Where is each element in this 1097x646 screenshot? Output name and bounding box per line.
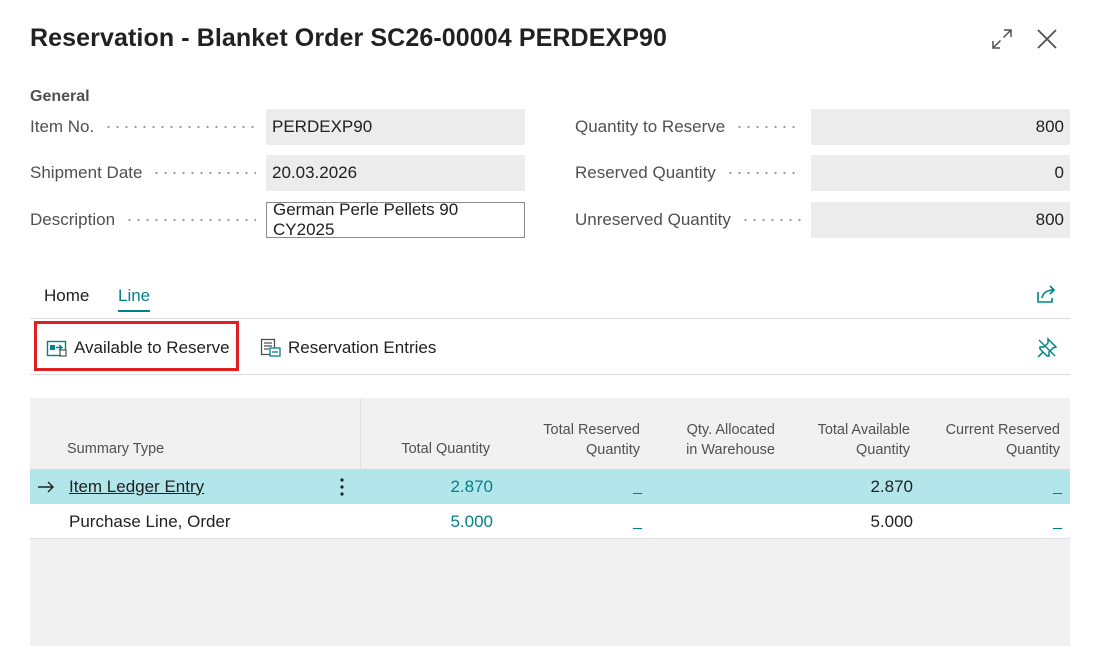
reservation-entries-icon (260, 338, 281, 357)
available-to-reserve-label: Available to Reserve (74, 338, 230, 357)
header-total-reserved-quantity[interactable]: Total Reserved Quantity (543, 420, 640, 460)
label-dots (740, 218, 801, 222)
table-row[interactable]: Purchase Line, Order 5.000 _ 5.000 _ (30, 504, 1070, 539)
header-text-line: Total Reserved (543, 422, 640, 438)
unreserved-qty-label: Unreserved Quantity (575, 210, 731, 229)
page-title: Reservation - Blanket Order SC26-00004 P… (30, 24, 668, 52)
shipment-date-field: Shipment Date 20.03.2026 (30, 155, 525, 191)
column-divider (360, 398, 361, 470)
header-text-line: Quantity (586, 442, 640, 458)
divider (30, 374, 1070, 375)
header-text-line: Current Reserved (945, 422, 1060, 438)
close-button[interactable] (1032, 24, 1062, 54)
pin-button[interactable] (1036, 337, 1058, 364)
tab-home[interactable]: Home (44, 286, 89, 306)
row-menu-icon[interactable] (334, 469, 350, 504)
total-available-quantity-cell: 5.000 (870, 511, 913, 531)
summary-type-cell: Purchase Line, Order (69, 511, 231, 531)
row-selected-arrow-icon (37, 469, 57, 504)
label-dots (735, 125, 801, 129)
share-button[interactable] (1035, 283, 1057, 310)
header-total-quantity[interactable]: Total Quantity (401, 439, 490, 459)
expand-button[interactable] (987, 24, 1017, 54)
total-reserved-quantity-cell[interactable]: _ (633, 504, 642, 539)
total-quantity-cell[interactable]: 2.870 (450, 469, 493, 504)
pin-icon (1037, 337, 1058, 358)
qty-to-reserve-value[interactable]: 800 (811, 109, 1070, 145)
available-to-reserve-button[interactable]: Available to Reserve (46, 334, 230, 362)
current-reserved-quantity-cell[interactable]: _ (1053, 504, 1062, 539)
current-reserved-quantity-cell[interactable]: _ (1053, 469, 1062, 504)
qty-to-reserve-field: Quantity to Reserve 800 (575, 109, 1070, 145)
header-text-line: Quantity (1006, 442, 1060, 458)
description-input[interactable]: German Perle Pellets 90 CY2025 (266, 200, 525, 239)
total-available-quantity-cell: 2.870 (870, 476, 913, 496)
reserved-qty-label: Reserved Quantity (575, 163, 716, 182)
summary-type-link[interactable]: Item Ledger Entry (69, 469, 204, 504)
description-label: Description (30, 210, 116, 229)
header-total-available-quantity[interactable]: Total Available Quantity (818, 420, 910, 460)
reserved-qty-value[interactable]: 0 (811, 155, 1070, 191)
header-summary-type[interactable]: Summary Type (67, 439, 164, 459)
unreserved-qty-field: Unreserved Quantity 800 (575, 202, 1070, 238)
reservation-entries-label: Reservation Entries (288, 338, 437, 357)
reserved-qty-field: Reserved Quantity 0 (575, 155, 1070, 191)
divider (30, 318, 1070, 319)
header-text-line: Total Available (817, 422, 910, 438)
total-reserved-quantity-cell[interactable]: _ (633, 469, 642, 504)
label-dots (725, 171, 801, 175)
shipment-date-label: Shipment Date (30, 163, 143, 182)
label-dots (152, 171, 256, 175)
description-field: Description German Perle Pellets 90 CY20… (30, 200, 525, 239)
item-no-field: Item No. PERDEXP90 (30, 109, 525, 145)
close-icon (1037, 29, 1057, 49)
available-to-reserve-icon (46, 340, 67, 357)
reservation-entries-button[interactable]: Reservation Entries (260, 334, 436, 362)
section-general-heading: General (30, 88, 90, 105)
share-icon (1037, 285, 1056, 303)
reservation-dialog: Reservation - Blanket Order SC26-00004 P… (0, 0, 1097, 646)
expand-icon (992, 29, 1012, 49)
item-no-label: Item No. (30, 117, 95, 136)
label-dots (104, 125, 256, 129)
header-current-reserved-quantity[interactable]: Current Reserved Quantity (946, 420, 1060, 460)
reservation-summary-table: Summary Type Total Quantity Total Reserv… (30, 398, 1070, 646)
header-text-line: Quantity (856, 442, 910, 458)
unreserved-qty-value[interactable]: 800 (811, 202, 1070, 238)
label-dots (125, 218, 256, 222)
shipment-date-value[interactable]: 20.03.2026 (266, 155, 525, 191)
qty-to-reserve-label: Quantity to Reserve (575, 117, 726, 136)
header-qty-allocated-in-warehouse[interactable]: Qty. Allocated in Warehouse (686, 420, 775, 460)
tab-line[interactable]: Line (118, 286, 151, 312)
header-text-line: in Warehouse (686, 442, 775, 458)
header-text-line: Qty. Allocated (686, 422, 775, 438)
table-row[interactable]: Item Ledger Entry 2.870 _ 2.870 _ (30, 469, 1070, 504)
item-no-value[interactable]: PERDEXP90 (266, 109, 525, 145)
total-quantity-cell[interactable]: 5.000 (450, 504, 493, 539)
